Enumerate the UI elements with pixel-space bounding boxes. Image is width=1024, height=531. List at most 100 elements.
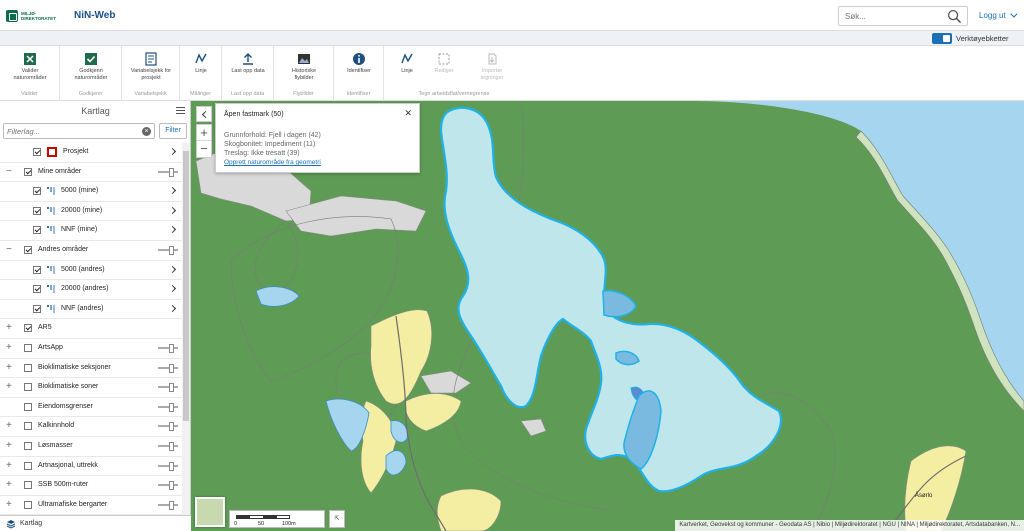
layer-row[interactable]: Eiendomsgrenser [0, 398, 182, 418]
opacity-slider[interactable] [158, 363, 178, 373]
chevron-right-icon[interactable] [168, 226, 177, 234]
opacity-slider[interactable] [158, 441, 178, 451]
layer-checkbox[interactable] [24, 343, 32, 352]
layers-panel-footer[interactable]: Kartlag [0, 515, 191, 531]
layer-checkbox[interactable] [24, 167, 32, 176]
search-input[interactable] [839, 7, 943, 25]
opacity-slider[interactable] [158, 422, 178, 432]
scrollbar-thumb[interactable] [183, 151, 189, 421]
approve-button[interactable]: Godkjenn naturområder [66, 52, 116, 81]
basemap-switcher-thumbnail[interactable] [195, 497, 225, 527]
import-drawings-button[interactable]: Importer tegninger [470, 52, 514, 81]
collapse-panel-button[interactable] [196, 106, 212, 122]
opacity-slider[interactable] [158, 500, 178, 510]
search-icon[interactable] [947, 9, 962, 24]
collapse-icon[interactable]: − [6, 166, 12, 177]
layer-row[interactable]: − Andres områder [0, 241, 182, 261]
layer-checkbox[interactable] [24, 383, 32, 392]
draw-line-button[interactable]: Linje [390, 52, 424, 75]
collapse-icon[interactable]: − [6, 244, 12, 255]
layer-row[interactable]: − Mine områder [0, 163, 182, 183]
opacity-slider[interactable] [158, 402, 178, 412]
expand-icon[interactable]: + [6, 323, 12, 333]
layer-row[interactable]: + SSB 500m-ruter [0, 476, 182, 496]
logout-button[interactable]: Logg ut [979, 11, 1015, 20]
variable-check-button[interactable]: Variabelsjekk for prosjekt [126, 52, 176, 81]
layer-checkbox[interactable] [24, 363, 32, 372]
layer-checkbox[interactable] [24, 402, 32, 411]
layer-checkbox[interactable] [24, 481, 32, 490]
layer-checkbox[interactable] [33, 304, 41, 313]
layer-checkbox[interactable] [24, 422, 32, 431]
layer-row[interactable]: + Løsmasser [0, 437, 182, 457]
expand-icon[interactable]: + [6, 362, 12, 373]
expand-icon[interactable]: + [6, 342, 12, 353]
chevron-right-icon[interactable] [168, 285, 177, 293]
map-view[interactable]: + − Åpen fastmark (50) ✕ Grunnforhold: F… [191, 101, 1024, 531]
layer-row[interactable]: 5000 (mine) [0, 182, 182, 202]
layer-row[interactable]: + Bioklimatiske soner [0, 378, 182, 398]
map-tool-icon[interactable]: ⇱ [329, 510, 345, 528]
layer-row[interactable]: 20000 (andres) [0, 280, 182, 300]
popup-close-icon[interactable]: ✕ [404, 108, 412, 119]
opacity-slider[interactable] [158, 245, 178, 255]
scale-bar: 0 50 100m [229, 510, 325, 528]
chevron-right-icon[interactable] [168, 265, 177, 273]
chevron-right-icon[interactable] [168, 147, 177, 156]
layer-checkbox[interactable] [24, 461, 32, 470]
marsh-area-3 [405, 393, 462, 432]
miljodirektoratet-logo[interactable]: MILJØ- DIREKTORATET [6, 8, 66, 24]
layer-checkbox[interactable] [33, 226, 41, 235]
layer-row[interactable]: NNF (mine) [0, 221, 182, 241]
layer-checkbox[interactable] [24, 441, 32, 450]
menu-icon[interactable] [176, 107, 185, 114]
create-area-from-geometry-link[interactable]: Opprett naturområde fra geometri [224, 159, 321, 166]
layer-checkbox[interactable] [24, 245, 32, 254]
chevron-right-icon[interactable] [168, 304, 177, 312]
layer-checkbox[interactable] [24, 324, 32, 333]
layer-row[interactable]: Prosjekt [0, 143, 182, 163]
expand-icon[interactable]: + [6, 480, 12, 490]
opacity-slider[interactable] [158, 167, 178, 177]
zoom-out-button[interactable]: − [197, 141, 211, 157]
historic-photos-button[interactable]: Historiske flybilder [282, 52, 326, 81]
edit-button[interactable]: Rediger [424, 52, 464, 75]
layer-checkbox[interactable] [33, 206, 41, 215]
expand-icon[interactable]: + [6, 421, 12, 431]
layer-row[interactable]: + Artnasjonal, uttrekk [0, 457, 182, 477]
layer-list-scrollbar[interactable] [182, 143, 190, 531]
expand-icon[interactable]: + [6, 382, 12, 392]
layer-filter-box: × [3, 123, 155, 139]
layer-row[interactable]: 20000 (mine) [0, 202, 182, 222]
expand-icon[interactable]: + [6, 499, 12, 510]
layer-row[interactable]: + AR5 [0, 319, 182, 339]
layer-checkbox[interactable] [33, 148, 41, 156]
layer-checkbox[interactable] [33, 285, 41, 294]
chevron-right-icon[interactable] [168, 187, 177, 195]
layer-row[interactable]: NNF (andres) [0, 300, 182, 320]
layer-checkbox[interactable] [24, 500, 32, 509]
validate-button[interactable]: Valider naturområder [8, 52, 52, 81]
layer-row[interactable]: + Bioklimatiske seksjoner [0, 359, 182, 379]
zoom-in-button[interactable]: + [197, 125, 211, 141]
expand-icon[interactable]: + [6, 440, 12, 451]
measure-line-button[interactable]: Linje [186, 52, 216, 75]
opacity-slider[interactable] [158, 461, 178, 471]
toolbar-toggle-switch[interactable] [932, 33, 952, 44]
layer-row[interactable]: 5000 (andres) [0, 261, 182, 281]
expand-icon[interactable]: + [6, 460, 12, 471]
opacity-slider[interactable] [158, 383, 178, 393]
upload-data-button[interactable]: Last opp data [228, 52, 268, 75]
layer-row[interactable]: + Kalkinnhold [0, 417, 182, 437]
layer-checkbox[interactable] [33, 187, 41, 196]
layer-row[interactable]: + Ultramafiske bergarter [0, 496, 182, 516]
opacity-slider[interactable] [158, 343, 178, 353]
layer-checkbox[interactable] [33, 265, 41, 274]
chevron-right-icon[interactable] [168, 206, 177, 214]
identify-button[interactable]: Identifiser [340, 52, 378, 75]
layer-row[interactable]: + ArtsApp [0, 339, 182, 359]
clear-filter-icon[interactable]: × [142, 127, 151, 136]
filter-button[interactable]: Filter [159, 123, 187, 139]
opacity-slider[interactable] [158, 481, 178, 491]
layer-filter-input[interactable] [4, 124, 138, 138]
